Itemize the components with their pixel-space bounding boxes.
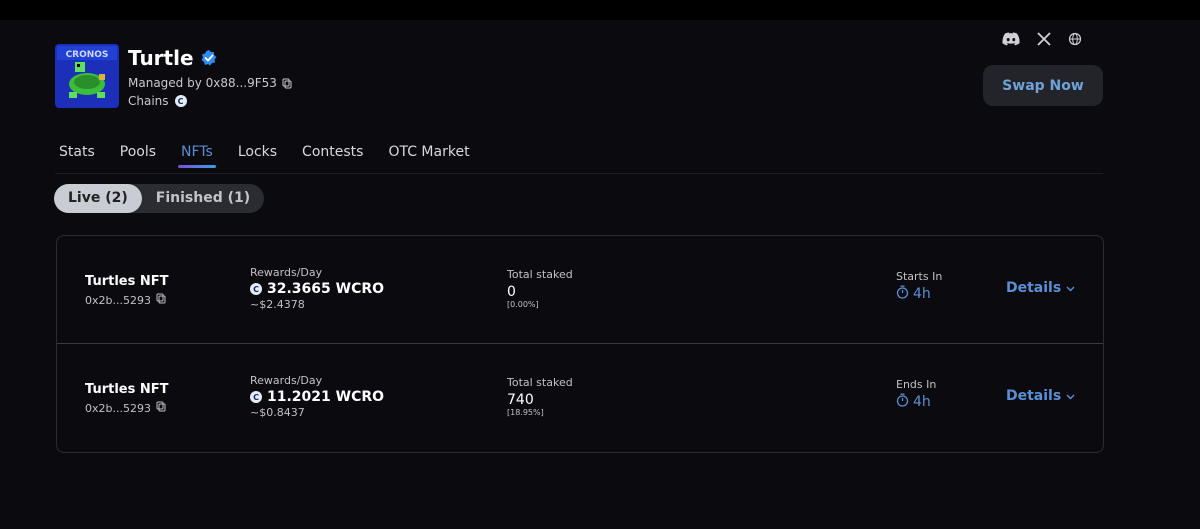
staked-label: Total staked (507, 268, 573, 281)
x-icon[interactable] (1037, 32, 1051, 46)
reward-row: C 32.3665 WCRO (250, 281, 384, 297)
time-row: 4h (896, 393, 936, 411)
rewards-label: Rewards/Day (250, 374, 323, 387)
time-row: 4h (896, 285, 942, 303)
chevron-down-icon (1066, 280, 1075, 296)
details-label: Details (1006, 280, 1062, 296)
details-label: Details (1006, 388, 1062, 404)
pool-address-row: 0x2b...5293 (85, 293, 168, 307)
copy-icon[interactable] (156, 401, 166, 415)
managed-by: Managed by 0x88...9F53 (128, 76, 292, 90)
copy-icon[interactable] (156, 293, 166, 307)
tab-locks[interactable]: Locks (238, 144, 277, 168)
time-value: 4h (913, 394, 931, 410)
staked-percent: [0.00%] (507, 300, 539, 309)
wcro-token-icon: C (250, 283, 262, 295)
staked-value: 0 (507, 284, 516, 300)
chevron-down-icon (1066, 388, 1075, 404)
status-toggle: Live (2) Finished (1) (54, 184, 265, 213)
pool-address: 0x2b...5293 (85, 401, 151, 415)
swap-now-button[interactable]: Swap Now (983, 65, 1103, 106)
copy-icon[interactable] (282, 78, 292, 89)
social-links (1002, 32, 1082, 46)
cronos-chain-icon: C (174, 95, 187, 107)
globe-icon[interactable] (1068, 32, 1082, 46)
stopwatch-icon (896, 285, 909, 303)
chains-label: Chains (128, 94, 169, 108)
discord-icon[interactable] (1002, 32, 1020, 46)
pool-name: Turtles NFT (85, 274, 169, 289)
toggle-finished[interactable]: Finished (1) (142, 184, 264, 213)
reward-amount: 32.3665 WCRO (267, 281, 385, 297)
toggle-live[interactable]: Live (2) (54, 184, 142, 213)
chains-row: Chains C (128, 94, 187, 108)
time-label: Ends In (896, 378, 937, 391)
time-value: 4h (913, 286, 931, 302)
stopwatch-icon (896, 393, 909, 411)
logo-text: CRONOS (66, 50, 109, 60)
reward-usd: ~$0.8437 (250, 406, 305, 419)
details-button[interactable]: Details (1006, 280, 1075, 296)
tab-contests[interactable]: Contests (302, 144, 363, 168)
wcro-token-icon: C (250, 391, 262, 403)
tab-nfts[interactable]: NFTs (178, 144, 216, 168)
staked-percent: [18.95%] (507, 408, 544, 417)
tab-divider (55, 173, 1103, 174)
rewards-label: Rewards/Day (250, 266, 323, 279)
pool-row: Turtles NFT 0x2b...5293 Rewards/Day C 11… (57, 343, 1103, 451)
reward-amount: 11.2021 WCRO (267, 389, 385, 405)
tab-bar: Stats Pools NFTs Locks Contests OTC Mark… (59, 144, 495, 168)
time-label: Starts In (896, 270, 943, 283)
tab-otc-market[interactable]: OTC Market (388, 144, 469, 168)
tab-pools[interactable]: Pools (120, 144, 156, 168)
details-button[interactable]: Details (1006, 388, 1075, 404)
managed-by-text: Managed by 0x88...9F53 (128, 76, 277, 90)
page-title: Turtle (128, 46, 194, 70)
pool-name: Turtles NFT (85, 382, 169, 397)
staked-label: Total staked (507, 376, 573, 389)
pool-address: 0x2b...5293 (85, 293, 151, 307)
project-logo: CRONOS (55, 44, 119, 108)
nft-pools-list: Turtles NFT 0x2b...5293 Rewards/Day C 32… (56, 235, 1104, 453)
reward-usd: ~$2.4378 (250, 298, 305, 311)
top-bar (0, 0, 1200, 20)
pool-address-row: 0x2b...5293 (85, 401, 168, 415)
reward-row: C 11.2021 WCRO (250, 389, 384, 405)
pool-row: Turtles NFT 0x2b...5293 Rewards/Day C 32… (57, 236, 1103, 343)
tab-stats[interactable]: Stats (59, 144, 95, 168)
staked-value: 740 (507, 392, 534, 408)
verified-icon (200, 49, 218, 67)
